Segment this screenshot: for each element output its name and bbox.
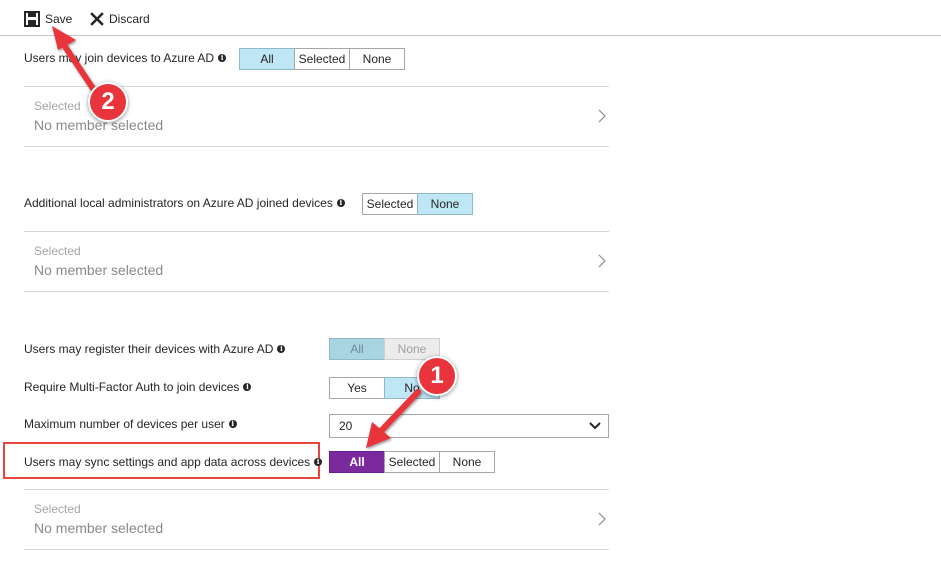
arrow-to-save-icon bbox=[52, 26, 97, 93]
annotation-arrows bbox=[52, 26, 421, 448]
callout-1-badge: 1 bbox=[417, 356, 457, 396]
arrow-to-all-option-icon bbox=[366, 389, 421, 448]
callout-1-number: 1 bbox=[430, 362, 444, 389]
callout-2-badge: 2 bbox=[88, 82, 128, 122]
callout-2-number: 2 bbox=[101, 88, 115, 115]
